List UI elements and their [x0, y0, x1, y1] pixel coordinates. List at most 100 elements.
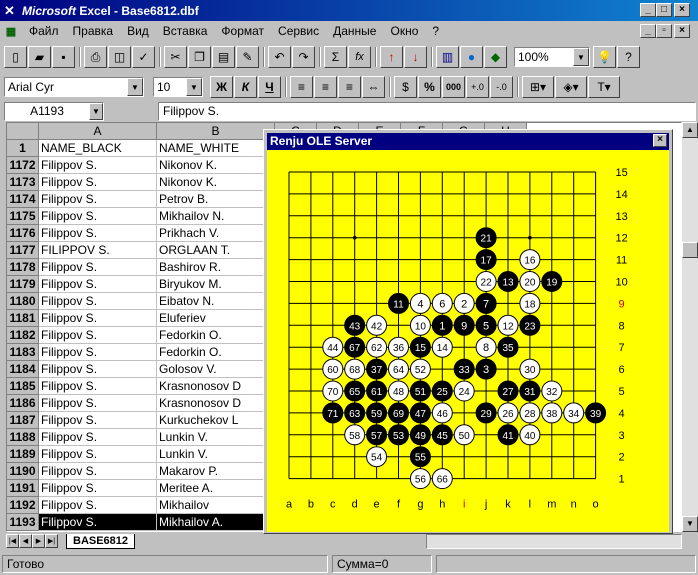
- cell[interactable]: Filippov S.: [39, 446, 157, 463]
- cell[interactable]: Lunkin V.: [157, 446, 275, 463]
- name-box[interactable]: A1193 ▼: [4, 101, 104, 121]
- thousands-button[interactable]: 000: [442, 76, 465, 98]
- open-folder-icon[interactable]: ▰: [28, 46, 51, 68]
- doc-close-button[interactable]: ×: [674, 24, 690, 38]
- cell[interactable]: Filippov S.: [39, 157, 157, 174]
- scroll-up-icon[interactable]: ▲: [682, 122, 698, 138]
- row-header[interactable]: 1190: [7, 463, 39, 480]
- cell[interactable]: Krasnonosov D: [157, 395, 275, 412]
- column-header-b[interactable]: B: [157, 123, 275, 140]
- cell[interactable]: Filippov S.: [39, 463, 157, 480]
- font-color-icon[interactable]: T▾: [588, 76, 620, 98]
- row-header[interactable]: 1177: [7, 242, 39, 259]
- align-left-icon[interactable]: ≡: [290, 76, 313, 98]
- cell[interactable]: Filippov S.: [39, 378, 157, 395]
- first-sheet-icon[interactable]: |◀: [6, 534, 19, 548]
- row-header[interactable]: 1: [7, 140, 39, 157]
- scroll-down-icon[interactable]: ▼: [682, 516, 698, 532]
- menu-tools[interactable]: Сервис: [271, 24, 326, 38]
- row-header[interactable]: 1193: [7, 514, 39, 531]
- cell[interactable]: Filippov S.: [39, 497, 157, 514]
- function-wizard-button[interactable]: fx: [348, 46, 371, 68]
- row-header[interactable]: 1172: [7, 157, 39, 174]
- renju-close-button[interactable]: ×: [653, 134, 667, 147]
- cell[interactable]: NAME_BLACK: [39, 140, 157, 157]
- last-sheet-icon[interactable]: ▶|: [45, 534, 58, 548]
- font-name-select[interactable]: Arial Cyr ▼: [4, 77, 144, 97]
- window-titlebar[interactable]: ✕ Microsoft Excel - Base6812.dbf _ □ ×: [0, 0, 698, 21]
- align-right-icon[interactable]: ≡: [338, 76, 361, 98]
- select-all-corner[interactable]: [7, 123, 39, 140]
- menu-view[interactable]: Вид: [120, 24, 156, 38]
- row-header[interactable]: 1176: [7, 225, 39, 242]
- underline-button[interactable]: Ч: [258, 76, 281, 98]
- formula-input[interactable]: Filippov S.: [158, 101, 696, 121]
- copy-icon[interactable]: ❐: [188, 46, 211, 68]
- chevron-down-icon[interactable]: ▼: [573, 48, 589, 66]
- cell[interactable]: Meritee A.: [157, 480, 275, 497]
- cell[interactable]: Filippov S.: [39, 395, 157, 412]
- drawing-icon[interactable]: ◆: [484, 46, 507, 68]
- cell[interactable]: Filippov S.: [39, 514, 157, 531]
- row-header[interactable]: 1178: [7, 259, 39, 276]
- cell[interactable]: Prikhach V.: [157, 225, 275, 242]
- menu-help[interactable]: ?: [425, 24, 446, 38]
- next-sheet-icon[interactable]: ▶: [32, 534, 45, 548]
- cell[interactable]: Mikhailov A.: [157, 514, 275, 531]
- menu-window[interactable]: Окно: [383, 24, 425, 38]
- cell[interactable]: Filippov S.: [39, 259, 157, 276]
- row-header[interactable]: 1174: [7, 191, 39, 208]
- doc-minimize-button[interactable]: _: [640, 24, 656, 38]
- cell[interactable]: Filippov S.: [39, 361, 157, 378]
- format-painter-icon[interactable]: ✎: [236, 46, 259, 68]
- cell[interactable]: Filippov S.: [39, 174, 157, 191]
- maximize-button[interactable]: □: [656, 3, 672, 17]
- percent-button[interactable]: %: [418, 76, 441, 98]
- cell[interactable]: Nikonov K.: [157, 157, 275, 174]
- row-header[interactable]: 1183: [7, 344, 39, 361]
- cell[interactable]: Mikhailov N.: [157, 208, 275, 225]
- cell[interactable]: Biryukov M.: [157, 276, 275, 293]
- menu-format[interactable]: Формат: [214, 24, 271, 38]
- cell[interactable]: Golosov V.: [157, 361, 275, 378]
- row-header[interactable]: 1184: [7, 361, 39, 378]
- row-header[interactable]: 1182: [7, 327, 39, 344]
- cell[interactable]: Filippov S.: [39, 310, 157, 327]
- menu-file[interactable]: Файл: [22, 24, 66, 38]
- sort-ascending-icon[interactable]: ↑: [380, 46, 403, 68]
- decrease-decimal-icon[interactable]: -.0: [490, 76, 513, 98]
- cell[interactable]: Filippov S.: [39, 208, 157, 225]
- redo-icon[interactable]: ↷: [292, 46, 315, 68]
- row-header[interactable]: 1187: [7, 412, 39, 429]
- borders-icon[interactable]: ⊞▾: [522, 76, 554, 98]
- cell[interactable]: Filippov S.: [39, 327, 157, 344]
- cell[interactable]: Filippov S.: [39, 344, 157, 361]
- cell[interactable]: Makarov P.: [157, 463, 275, 480]
- cell[interactable]: Kurkuchekov L: [157, 412, 275, 429]
- cell[interactable]: Lunkin V.: [157, 429, 275, 446]
- board-svg[interactable]: a b c d e f g h i j k l m n o1234567891011121314151234…: [267, 150, 669, 532]
- cell[interactable]: Fedorkin O.: [157, 344, 275, 361]
- new-file-icon[interactable]: ▯: [4, 46, 27, 68]
- cell[interactable]: Filippov S.: [39, 429, 157, 446]
- row-header[interactable]: 1188: [7, 429, 39, 446]
- cell[interactable]: Filippov S.: [39, 412, 157, 429]
- undo-icon[interactable]: ↶: [268, 46, 291, 68]
- print-preview-icon[interactable]: ◫: [108, 46, 131, 68]
- horizontal-scrollbar[interactable]: [426, 534, 682, 549]
- align-center-icon[interactable]: ≡: [314, 76, 337, 98]
- cell[interactable]: NAME_WHITE: [157, 140, 275, 157]
- cut-icon[interactable]: ✂: [164, 46, 187, 68]
- cell[interactable]: Petrov B.: [157, 191, 275, 208]
- tip-wizard-icon[interactable]: 💡: [593, 46, 616, 68]
- column-header-a[interactable]: A: [39, 123, 157, 140]
- chevron-down-icon[interactable]: ▼: [89, 102, 103, 120]
- renju-board[interactable]: a b c d e f g h i j k l m n o 1 2 3 4 5 6 7 8 9 10 11 12 13 14 15 1 2 3 4…: [267, 150, 669, 532]
- vertical-scrollbar[interactable]: ▲ ▼: [682, 122, 698, 532]
- merge-center-icon[interactable]: ⇔: [362, 76, 385, 98]
- cell[interactable]: Fedorkin O.: [157, 327, 275, 344]
- cell[interactable]: ORGLAAN T.: [157, 242, 275, 259]
- scroll-thumb[interactable]: [682, 242, 698, 258]
- cell[interactable]: Filippov S.: [39, 293, 157, 310]
- cell[interactable]: Mikhailov: [157, 497, 275, 514]
